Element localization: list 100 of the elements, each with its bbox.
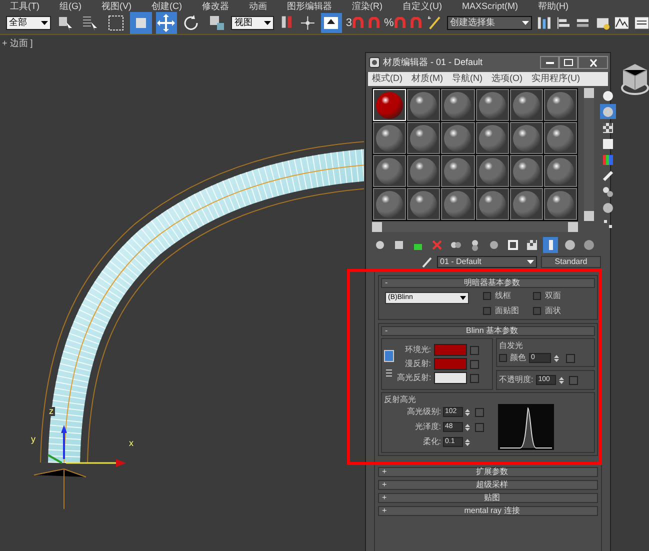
material-type-button[interactable]: Standard xyxy=(541,256,601,268)
rollout-header[interactable]: + mental ray 连接 xyxy=(378,506,598,516)
sample-tool-button[interactable] xyxy=(600,184,616,199)
color-label: 漫反射: xyxy=(404,358,431,370)
spinner-arrows-icon[interactable] xyxy=(465,408,470,416)
move-icon xyxy=(157,14,176,32)
checkbox[interactable] xyxy=(533,307,541,315)
color-label: 环境光: xyxy=(404,344,431,356)
selection-set-dropdown[interactable]: 创建选择集 xyxy=(447,16,532,30)
spinner-arrows-icon[interactable] xyxy=(465,438,470,446)
sample-tool-button[interactable] xyxy=(600,152,616,167)
maximize-icon xyxy=(564,59,573,66)
mirror-icon[interactable] xyxy=(536,14,552,30)
rollout-sign: + xyxy=(382,494,388,502)
group-title: 反射高光 xyxy=(384,395,417,404)
window-title: 材质编辑器 - 01 - Default xyxy=(383,56,483,69)
square-icon xyxy=(601,136,615,150)
axis-label: z xyxy=(48,407,54,416)
checkbox[interactable] xyxy=(499,354,507,362)
menu-item[interactable]: 模式(D) xyxy=(372,72,402,86)
menu-item[interactable]: 帮助(H) xyxy=(538,0,568,10)
align-icon[interactable] xyxy=(556,14,572,30)
caret-icon xyxy=(264,20,271,24)
rollout-sign: - xyxy=(385,279,389,287)
material-tool-button[interactable] xyxy=(524,237,539,253)
material-tool-button[interactable] xyxy=(505,237,520,253)
rollout-title: 超级采样 xyxy=(475,481,509,489)
rollout-header[interactable]: + 超级采样 xyxy=(378,480,598,490)
list-cursor-icon xyxy=(81,14,100,32)
maximize-button[interactable] xyxy=(559,56,578,69)
menu-item[interactable]: 组(G) xyxy=(60,0,82,10)
scale-icon xyxy=(208,14,226,32)
caret-icon xyxy=(527,260,534,264)
menu-item[interactable]: 渲染(R) xyxy=(352,0,382,10)
menu-item[interactable]: 工具(T) xyxy=(10,0,40,10)
sphere-icon xyxy=(582,238,596,252)
sample-tool-button[interactable] xyxy=(600,200,616,215)
material-tool-button[interactable] xyxy=(562,237,577,253)
dropdown-value: 视图 xyxy=(234,16,252,29)
color-swatch[interactable] xyxy=(434,358,467,370)
checkbox[interactable] xyxy=(533,292,541,300)
rollout-header[interactable]: - Blinn 基本参数 xyxy=(381,326,595,336)
app-icon xyxy=(369,57,380,68)
close-button[interactable] xyxy=(578,56,608,69)
tool-button[interactable] xyxy=(156,12,177,34)
menu-item[interactable]: 创建(C) xyxy=(152,0,182,10)
sample-tool-button[interactable] xyxy=(600,120,616,135)
checkbox[interactable] xyxy=(483,292,491,300)
option-label: 颜色 xyxy=(510,352,526,364)
color-label: 高光反射: xyxy=(397,372,431,384)
menu-item[interactable]: MAXScript(M) xyxy=(462,0,518,10)
dropdown-value: 全部 xyxy=(9,16,27,29)
reference-coordinate-dropdown[interactable]: 视图 xyxy=(231,16,274,30)
rollout-header[interactable]: + 扩展参数 xyxy=(378,467,598,477)
sphere-icon xyxy=(562,238,576,252)
sample-tool-button[interactable] xyxy=(600,88,616,103)
snap-label: 3 xyxy=(346,18,352,28)
menu-item[interactable]: 实用程序(U) xyxy=(532,72,580,86)
material-name-dropdown[interactable]: 01 - Default xyxy=(437,256,537,268)
rotate-icon xyxy=(182,14,200,32)
caret-icon xyxy=(460,296,466,300)
sphere-icon xyxy=(601,88,615,102)
menu-item[interactable]: 选项(O) xyxy=(492,72,522,86)
option-label: 面贴图 xyxy=(495,305,519,317)
rollout-title: mental ray 连接 xyxy=(463,507,521,515)
rollout-header[interactable]: - 明暗器基本参数 xyxy=(381,278,595,288)
field-label: 光泽度: xyxy=(414,421,441,433)
sample-tool-button[interactable] xyxy=(600,136,616,151)
menu-item[interactable]: 图形编辑器 xyxy=(287,0,332,10)
delete-icon xyxy=(430,238,444,252)
minimize-icon xyxy=(546,62,554,64)
menu-item[interactable]: 自定义(U) xyxy=(402,0,442,10)
option-label: 双面 xyxy=(545,290,561,302)
color-swatch[interactable] xyxy=(434,372,467,384)
spinner-arrows-icon[interactable] xyxy=(559,376,564,384)
rollout-sign: + xyxy=(382,468,388,476)
tool-button[interactable] xyxy=(130,12,152,34)
material-tool-button[interactable] xyxy=(581,237,596,253)
minimize-button[interactable] xyxy=(540,56,559,69)
spinner-arrows-icon[interactable] xyxy=(554,354,559,362)
menu-item[interactable]: 视图(V) xyxy=(102,0,132,10)
menu-item[interactable]: 材质(M) xyxy=(412,72,443,86)
caret-icon xyxy=(40,20,48,24)
material-tool-button[interactable] xyxy=(543,237,558,253)
dropdown-value: 01 - Default xyxy=(440,256,482,268)
curve-editor-icon[interactable] xyxy=(614,14,630,30)
dashed-rectangle-icon xyxy=(106,14,125,32)
rollout-header[interactable]: + 贴图 xyxy=(378,493,598,503)
rollout-sign: + xyxy=(382,507,388,515)
menu-item[interactable]: 动画 xyxy=(249,0,267,10)
spinner-arrows-icon[interactable] xyxy=(465,422,470,432)
menu-item[interactable]: 修改器 xyxy=(202,0,229,10)
selection-filter-dropdown[interactable]: 全部 xyxy=(6,16,51,30)
option-label: 不透明度: xyxy=(499,374,534,386)
dropdown-value: 创建选择集 xyxy=(450,16,496,29)
viewport-label: + 边面 ] xyxy=(2,37,33,50)
snap-label: % xyxy=(384,18,394,28)
color-swatch[interactable] xyxy=(434,344,467,356)
menu-item[interactable]: 导航(N) xyxy=(452,72,482,86)
checkbox[interactable] xyxy=(483,307,491,315)
